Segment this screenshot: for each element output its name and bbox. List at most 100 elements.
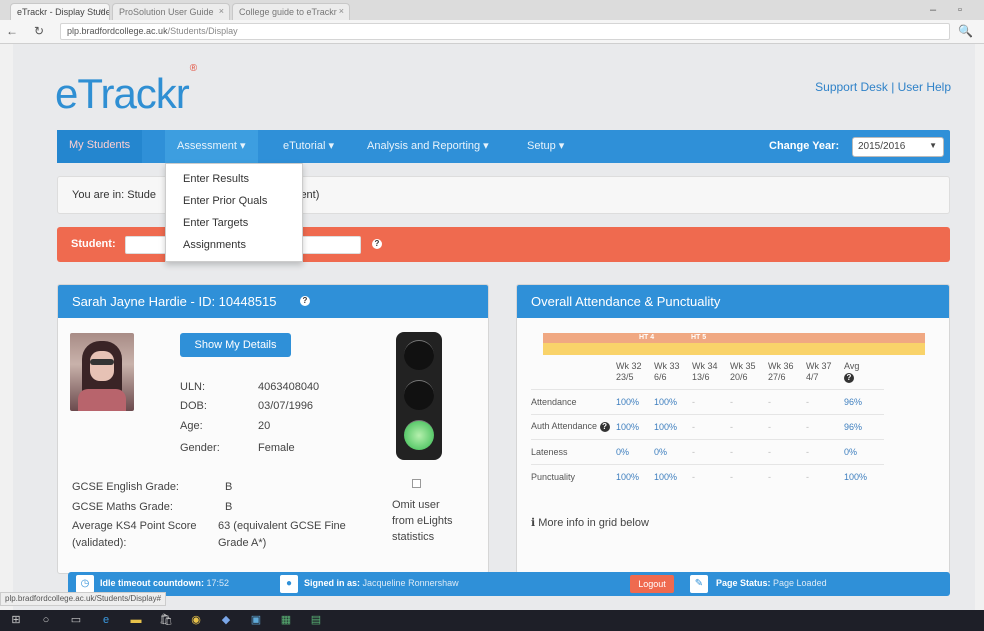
- nav-assessment[interactable]: Assessment ▾: [165, 130, 258, 163]
- nav-setup[interactable]: Setup ▾: [527, 139, 564, 152]
- year-select[interactable]: 2015/2016 ▼: [852, 137, 944, 157]
- minimize-icon[interactable]: –: [930, 4, 936, 16]
- table-cell[interactable]: 0%: [844, 438, 884, 464]
- table-cell[interactable]: 0%: [654, 438, 692, 464]
- student-label: Student:: [71, 238, 116, 250]
- row-label: Lateness: [531, 438, 616, 464]
- table-cell[interactable]: 96%: [844, 388, 884, 414]
- table-cell: -: [730, 413, 768, 439]
- browser-tab[interactable]: College guide to eTrackr ×: [232, 3, 350, 20]
- user-icon: ●: [280, 575, 298, 593]
- os-taskbar: ⊞ ○ ▭ e ▬ 🛍 ◉ ◆ ▣ ▦ ▤: [0, 610, 984, 631]
- more-info-link[interactable]: ℹ More info in grid below: [531, 516, 649, 529]
- table-cell[interactable]: 0%: [616, 438, 654, 464]
- url-path: /Students/Display: [167, 26, 238, 36]
- support-links[interactable]: Support Desk | User Help: [815, 80, 951, 94]
- omit-label-2: from eLights: [392, 515, 453, 527]
- menu-item-enter-results[interactable]: Enter Results: [166, 170, 302, 192]
- show-details-button[interactable]: Show My Details: [180, 333, 291, 357]
- app-icon[interactable]: ◆: [218, 612, 234, 628]
- dob-value: 03/07/1996: [258, 400, 314, 412]
- url-field[interactable]: plp.bradfordcollege.ac.uk/Students/Displ…: [60, 23, 950, 40]
- table-cell[interactable]: 100%: [616, 463, 654, 489]
- caret-down-icon: ▼: [929, 141, 937, 150]
- reload-icon[interactable]: ↻: [34, 24, 44, 38]
- table-cell: -: [692, 463, 730, 489]
- browser-tab[interactable]: ProSolution User Guide ×: [112, 3, 230, 20]
- student-photo: [70, 333, 134, 411]
- omit-checkbox[interactable]: [412, 479, 421, 488]
- table-cell[interactable]: 100%: [654, 463, 692, 489]
- omit-label: Omit user: [392, 499, 440, 511]
- browser-tab[interactable]: eTrackr - Display Student ×: [10, 3, 110, 20]
- chrome-icon[interactable]: ◉: [188, 612, 204, 628]
- close-icon[interactable]: ×: [219, 6, 224, 16]
- table-cell[interactable]: 100%: [616, 413, 654, 439]
- nav-etutorial[interactable]: eTutorial ▾: [283, 139, 334, 152]
- table-cell: -: [806, 463, 844, 489]
- col-header: Wk 35 20/6: [730, 361, 756, 382]
- app-icon[interactable]: ▣: [248, 612, 264, 628]
- col-header-avg: Avg?: [844, 361, 860, 383]
- gcse-english-label: GCSE English Grade:: [72, 481, 179, 493]
- info-icon[interactable]: ?: [844, 373, 854, 383]
- change-year-label: Change Year:: [769, 140, 840, 152]
- zoom-icon[interactable]: 🔍: [958, 24, 973, 38]
- etrackr-logo[interactable]: eTrackr®: [55, 63, 197, 118]
- half-term-band: HT 4 HT 5: [543, 333, 925, 343]
- close-icon[interactable]: ×: [99, 6, 104, 16]
- nav-analysis[interactable]: Analysis and Reporting ▾: [367, 139, 489, 152]
- gcse-maths-value: B: [225, 501, 233, 513]
- table-cell[interactable]: 100%: [616, 388, 654, 414]
- table-row: Lateness 0% 0% - - - - 0%: [531, 438, 884, 464]
- excel-icon[interactable]: ▦: [278, 612, 294, 628]
- close-icon[interactable]: ×: [339, 6, 344, 16]
- attendance-header: Overall Attendance & Punctuality: [517, 285, 949, 318]
- ks4-value: 63 (equivalent GCSE Fine: [218, 520, 346, 532]
- start-icon[interactable]: ⊞: [8, 612, 24, 628]
- menu-item-assignments[interactable]: Assignments: [166, 236, 302, 258]
- maximize-icon[interactable]: ▫: [958, 4, 962, 16]
- ks4-label: Average KS4 Point Score: [72, 520, 197, 532]
- app-icon[interactable]: ▤: [308, 612, 324, 628]
- store-icon[interactable]: 🛍: [158, 612, 174, 628]
- table-row: Punctuality 100% 100% - - - - 100%: [531, 463, 884, 489]
- table-cell[interactable]: 96%: [844, 413, 884, 439]
- band-label: HT 5: [691, 334, 707, 341]
- page-viewport: eTrackr® Support Desk | User Help My Stu…: [13, 44, 975, 610]
- table-row: Attendance 100% 100% - - - - 96%: [531, 388, 884, 414]
- table-cell: -: [730, 388, 768, 414]
- week-band: [543, 343, 925, 355]
- menu-item-enter-targets[interactable]: Enter Targets: [166, 214, 302, 236]
- ks4-value-2: Grade A*): [218, 537, 267, 549]
- traffic-light-amber: [404, 380, 434, 410]
- info-icon[interactable]: ?: [599, 422, 610, 432]
- col-header: Wk 34 13/6: [692, 361, 718, 382]
- task-view-icon[interactable]: ▭: [68, 612, 84, 628]
- tab-label: College guide to eTrackr: [239, 7, 337, 17]
- attendance-panel: Overall Attendance & Punctuality HT 4 HT…: [516, 284, 950, 574]
- browser-tab-bar: eTrackr - Display Student × ProSolution U…: [0, 0, 984, 20]
- table-cell: -: [692, 438, 730, 464]
- logout-button[interactable]: Logout: [630, 575, 674, 593]
- menu-item-enter-prior-quals[interactable]: Enter Prior Quals: [166, 192, 302, 214]
- traffic-light-indicator: [396, 332, 442, 460]
- table-cell: -: [806, 438, 844, 464]
- back-icon[interactable]: ←: [6, 24, 18, 38]
- table-cell: -: [730, 463, 768, 489]
- table-cell[interactable]: 100%: [654, 413, 692, 439]
- nav-my-students[interactable]: My Students: [57, 130, 143, 163]
- info-icon[interactable]: ?: [300, 296, 310, 306]
- idle-timeout: Idle timeout countdown: 17:52: [100, 578, 230, 588]
- row-label: Auth Attendance ?: [531, 413, 616, 439]
- table-cell: -: [806, 388, 844, 414]
- row-label: Attendance: [531, 388, 616, 414]
- table-cell[interactable]: 100%: [844, 463, 884, 489]
- search-icon[interactable]: ○: [38, 612, 54, 628]
- file-explorer-icon[interactable]: ▬: [128, 612, 144, 628]
- table-cell[interactable]: 100%: [654, 388, 692, 414]
- help-icon[interactable]: ?: [372, 239, 382, 249]
- edge-icon[interactable]: e: [98, 612, 114, 628]
- tab-label: ProSolution User Guide: [119, 7, 214, 17]
- gender-value: Female: [258, 442, 295, 454]
